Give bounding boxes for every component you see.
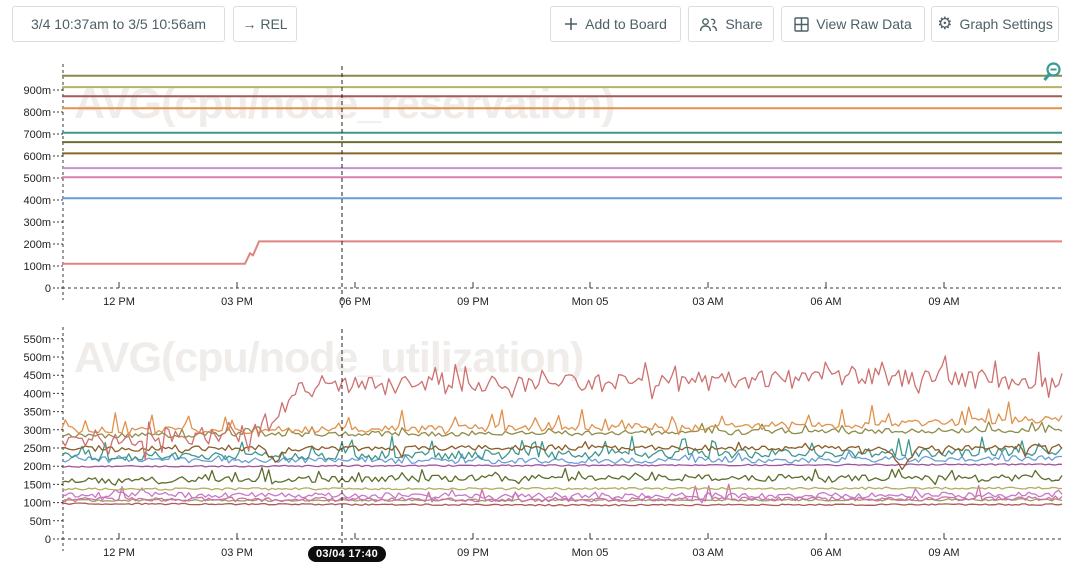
y-tick-label: 200m bbox=[23, 239, 51, 251]
x-tick-label: 03 AM bbox=[692, 547, 723, 559]
add-to-board-label: Add to Board bbox=[585, 16, 667, 32]
charts-canvas[interactable]: 0 100m 200m 300m 400m 500m 600m 700m 800m 900m 12 … bbox=[0, 0, 1080, 573]
y-tick-label: 0 bbox=[45, 283, 51, 295]
gear-icon: ⚙ bbox=[937, 16, 952, 33]
y-tick-label: 400m bbox=[23, 388, 51, 400]
crosshair-time-label: 03/04 17:40 bbox=[308, 546, 386, 562]
y-tick-label: 450m bbox=[23, 370, 51, 382]
x-tick-label: 09 AM bbox=[928, 547, 959, 559]
y-tick-label: 300m bbox=[23, 217, 51, 229]
y-tick-label: 700m bbox=[23, 129, 51, 141]
y-tick-label: 500m bbox=[23, 173, 51, 185]
y-tick-label: 150m bbox=[23, 479, 51, 491]
y-tick-label: 200m bbox=[23, 461, 51, 473]
series-line bbox=[62, 464, 1062, 467]
x-tick-label: Mon 05 bbox=[572, 547, 609, 559]
graph-settings-button[interactable]: ⚙ Graph Settings bbox=[931, 6, 1059, 42]
time-range-button[interactable]: 3/4 10:37am to 3/5 10:56am bbox=[12, 6, 225, 42]
y-tick-label: 600m bbox=[23, 151, 51, 163]
series-line bbox=[62, 467, 1062, 485]
y-tick-label: 100m bbox=[23, 498, 51, 510]
view-raw-data-label: View Raw Data bbox=[816, 16, 911, 32]
y-tick-label: 400m bbox=[23, 195, 51, 207]
y-tick-label: 100m bbox=[23, 261, 51, 273]
view-raw-data-button[interactable]: View Raw Data bbox=[781, 6, 925, 42]
x-tick-label: 06 AM bbox=[810, 296, 841, 308]
add-to-board-button[interactable]: Add to Board bbox=[550, 6, 681, 42]
zoom-out-icon[interactable] bbox=[1040, 61, 1064, 87]
y-tick-label: 550m bbox=[23, 334, 51, 346]
x-tick-label: 09 PM bbox=[457, 547, 489, 559]
x-tick-label: 09 AM bbox=[928, 296, 959, 308]
time-range-label: 3/4 10:37am to 3/5 10:56am bbox=[31, 16, 206, 32]
x-tick-label: 09 PM bbox=[457, 296, 489, 308]
series-line bbox=[62, 487, 1062, 490]
series-line bbox=[62, 241, 1062, 263]
y-tick-label: 900m bbox=[23, 85, 51, 97]
y-tick-label: 800m bbox=[23, 107, 51, 119]
x-tick-label: 03 AM bbox=[692, 296, 723, 308]
toolbar: 3/4 10:37am to 3/5 10:56am → REL Add to … bbox=[0, 0, 1080, 50]
x-tick-label: 12 PM bbox=[103, 296, 135, 308]
series-line bbox=[62, 352, 1062, 460]
y-tick-label: 300m bbox=[23, 425, 51, 437]
y-tick-label: 0 bbox=[45, 534, 51, 546]
grid-table-icon bbox=[794, 17, 809, 32]
share-label: Share bbox=[725, 16, 762, 32]
x-tick-label: 06 AM bbox=[810, 547, 841, 559]
y-tick-label: 350m bbox=[23, 407, 51, 419]
series-line bbox=[62, 503, 1062, 506]
x-tick-label: Mon 05 bbox=[572, 296, 609, 308]
x-tick-label: 06 PM bbox=[339, 296, 371, 308]
graph-settings-label: Graph Settings bbox=[959, 16, 1052, 32]
rel-button[interactable]: → REL bbox=[233, 6, 297, 42]
y-tick-label: 250m bbox=[23, 443, 51, 455]
y-tick-label: 50m bbox=[30, 516, 51, 528]
x-tick-label: 03 PM bbox=[221, 296, 253, 308]
y-tick-label: 500m bbox=[23, 352, 51, 364]
plus-icon bbox=[564, 17, 578, 31]
share-people-icon bbox=[699, 17, 718, 32]
x-tick-label: 12 PM bbox=[103, 547, 135, 559]
rel-label: → REL bbox=[242, 16, 287, 32]
share-button[interactable]: Share bbox=[688, 6, 774, 42]
x-tick-label: 03 PM bbox=[221, 547, 253, 559]
